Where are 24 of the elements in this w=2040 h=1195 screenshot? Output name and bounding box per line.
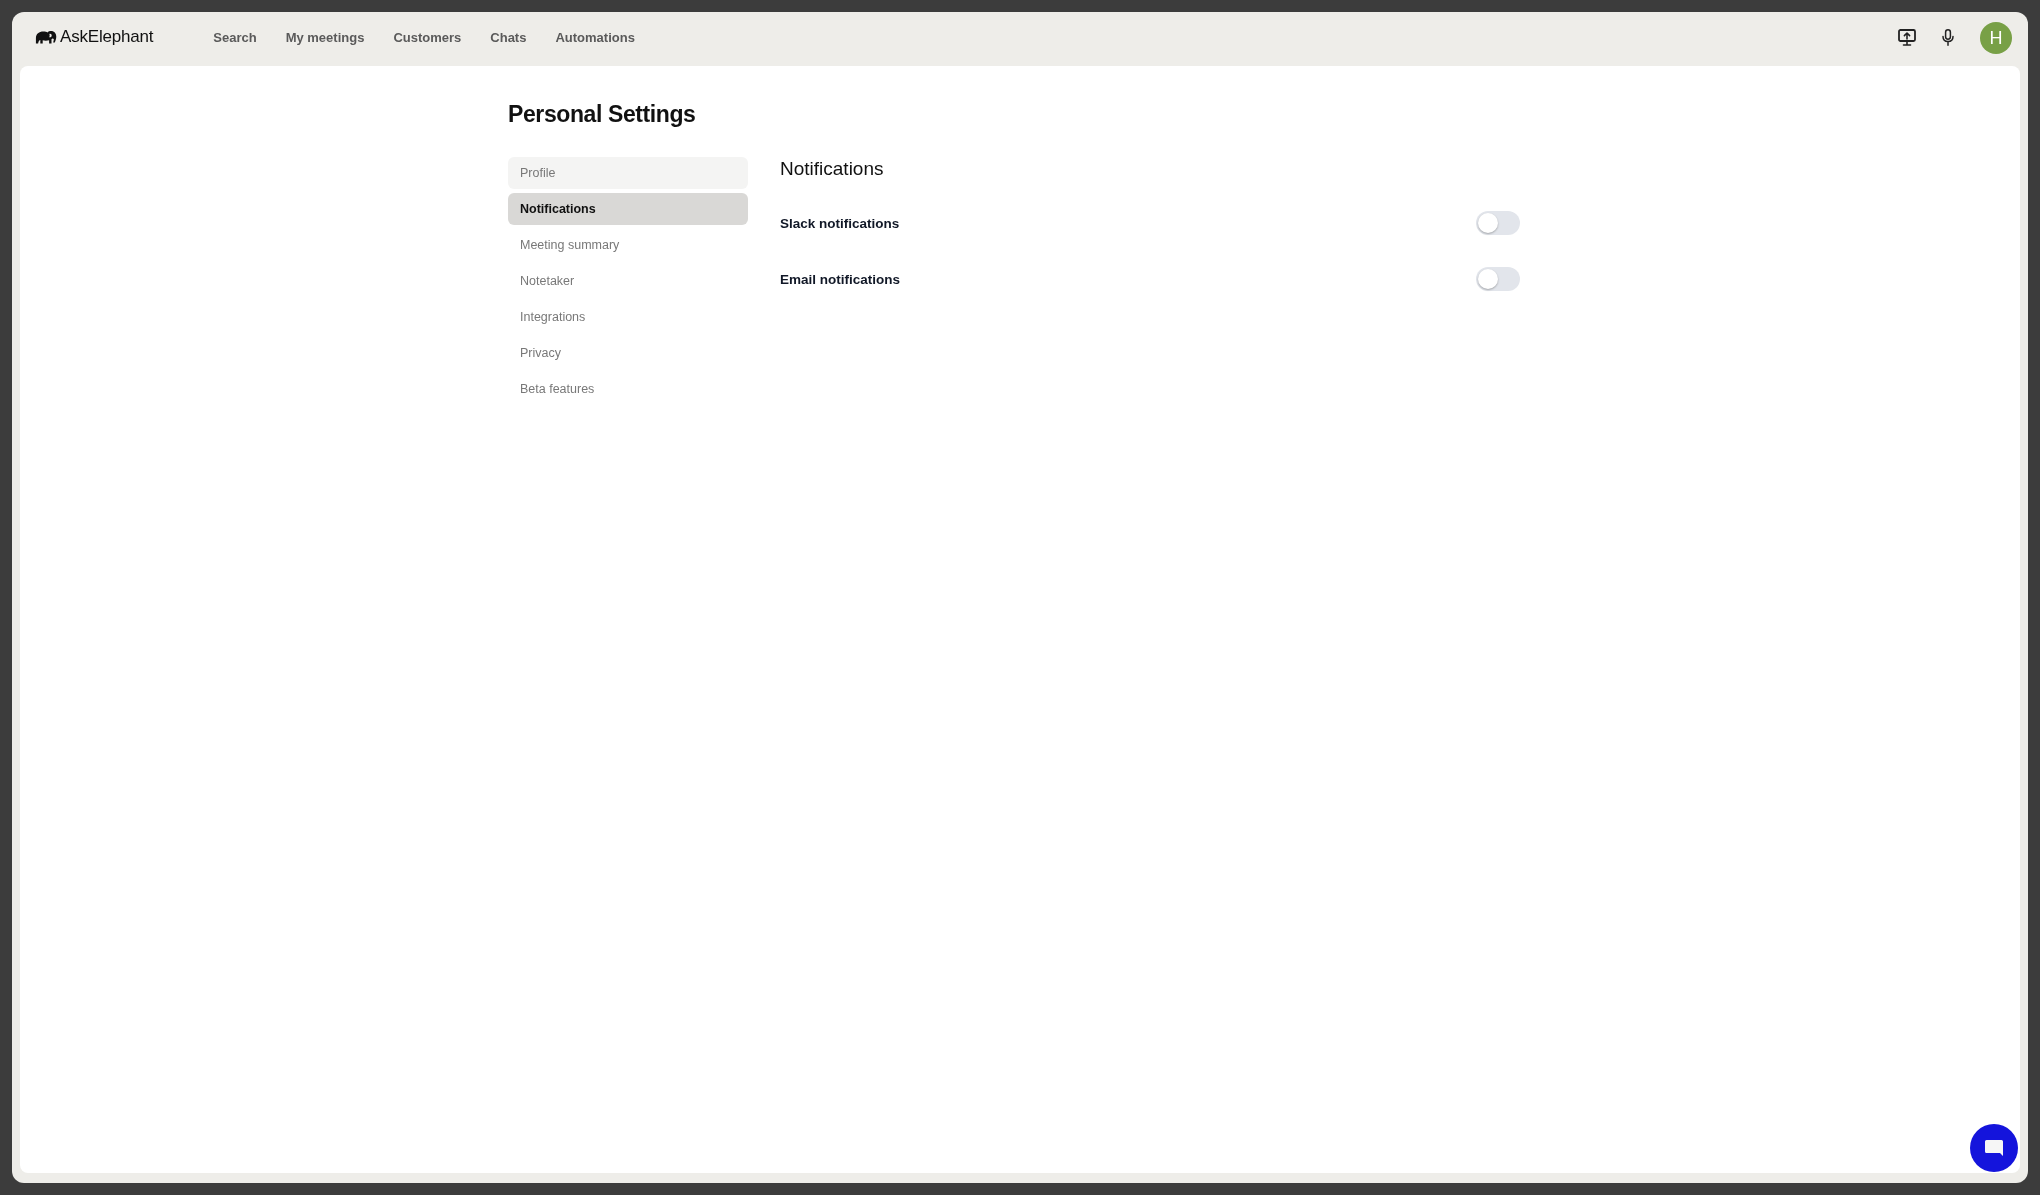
- sidebar-item[interactable]: Notifications: [508, 193, 748, 225]
- setting-label: Email notifications: [780, 271, 901, 287]
- sidebar-item[interactable]: Notetaker: [508, 265, 748, 297]
- sidebar-item[interactable]: Integrations: [508, 301, 748, 333]
- sidebar-item[interactable]: Beta features: [508, 373, 748, 405]
- screen-share-icon[interactable]: [1898, 28, 1916, 46]
- toggle-switch[interactable]: [1476, 211, 1520, 235]
- elephant-icon: [35, 29, 57, 45]
- nav-link[interactable]: Customers: [393, 29, 462, 45]
- speech-bubble-icon: [1985, 1140, 2003, 1156]
- setting-label: Slack notifications: [780, 215, 900, 231]
- section-title: Notifications: [780, 157, 885, 181]
- nav-link[interactable]: Automations: [555, 29, 635, 45]
- sidebar-item[interactable]: Meeting summary: [508, 229, 748, 261]
- sidebar-item[interactable]: Profile: [508, 157, 748, 189]
- app-logo-text: AskElephant: [60, 27, 154, 47]
- nav-link[interactable]: Chats: [490, 29, 527, 45]
- nav-link[interactable]: Search: [213, 29, 257, 45]
- microphone-icon[interactable]: [1942, 28, 1954, 46]
- toggle-switch[interactable]: [1476, 267, 1520, 291]
- user-avatar[interactable]: H: [1980, 22, 2012, 54]
- sidebar-item[interactable]: Privacy: [508, 337, 748, 369]
- nav-link[interactable]: My meetings: [285, 29, 365, 45]
- page-title: Personal Settings: [508, 100, 697, 129]
